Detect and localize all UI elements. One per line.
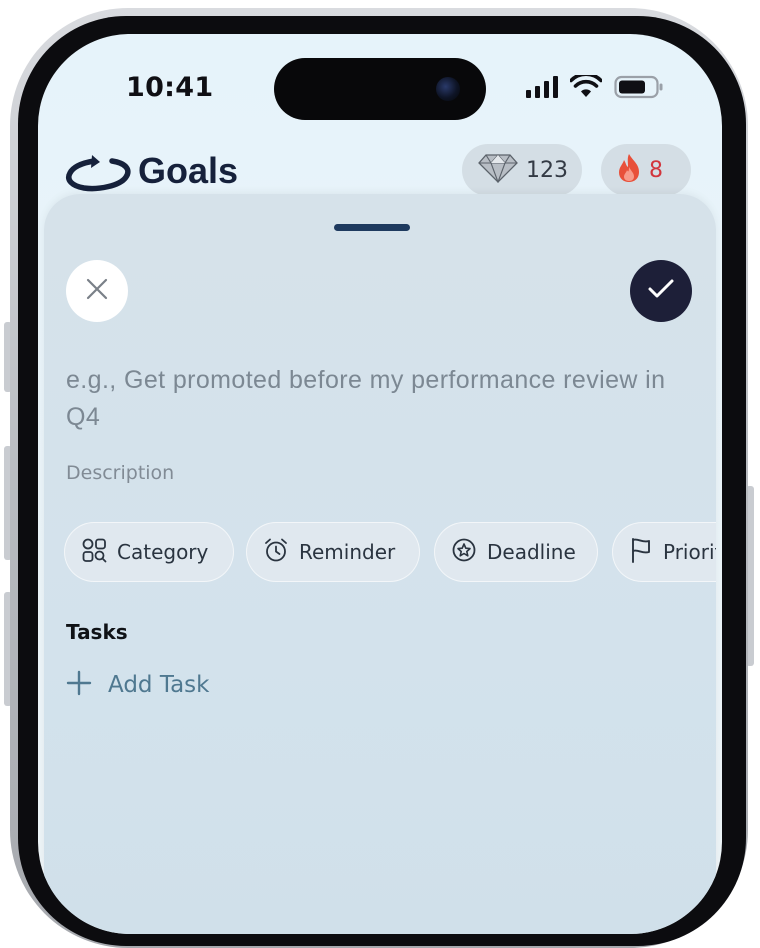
wifi-icon [569,72,603,103]
deadline-chip-label: Deadline [487,540,576,564]
flame-icon [617,153,641,187]
tasks-heading: Tasks [66,620,128,644]
add-task-button[interactable]: Add Task [66,670,209,700]
cellular-signal-icon [526,76,558,102]
status-time: 10:41 [126,72,214,103]
status-icons [526,72,664,103]
flag-icon [629,537,653,568]
battery-icon [614,75,664,103]
camera-icon [436,77,460,101]
goal-options-chips: Category Reminder Deadline Priori [64,522,716,584]
category-icon [81,537,107,568]
close-button[interactable] [66,260,128,322]
description-field[interactable]: Description [66,462,174,484]
category-chip-label: Category [117,540,209,564]
plus-icon [66,670,92,700]
checkmark-icon [647,278,675,304]
priority-chip-label: Priority [663,540,716,564]
diamond-icon [478,153,518,187]
screen: 10:41 Goals 123 8 e.g., Get promoted bef… [38,34,722,934]
dynamic-island [274,58,486,120]
streak-count: 8 [649,157,663,183]
alarm-clock-icon [263,537,289,568]
badge-icon [451,537,477,568]
reminder-chip[interactable]: Reminder [246,522,420,582]
new-goal-sheet: e.g., Get promoted before my performance… [44,194,716,934]
gems-count: 123 [526,157,568,183]
deadline-chip[interactable]: Deadline [434,522,598,582]
close-icon [86,278,108,304]
page-title: Goals [138,150,239,191]
reminder-chip-label: Reminder [299,540,396,564]
priority-chip[interactable]: Priority [612,522,716,582]
gems-counter[interactable]: 123 [462,144,582,196]
goals-logo-icon [64,150,132,198]
category-chip[interactable]: Category [64,522,234,582]
streak-counter[interactable]: 8 [601,144,691,196]
goal-title-input[interactable]: e.g., Get promoted before my performance… [66,362,696,436]
sheet-grabber[interactable] [334,224,410,231]
add-task-label: Add Task [108,672,210,698]
confirm-button[interactable] [630,260,692,322]
